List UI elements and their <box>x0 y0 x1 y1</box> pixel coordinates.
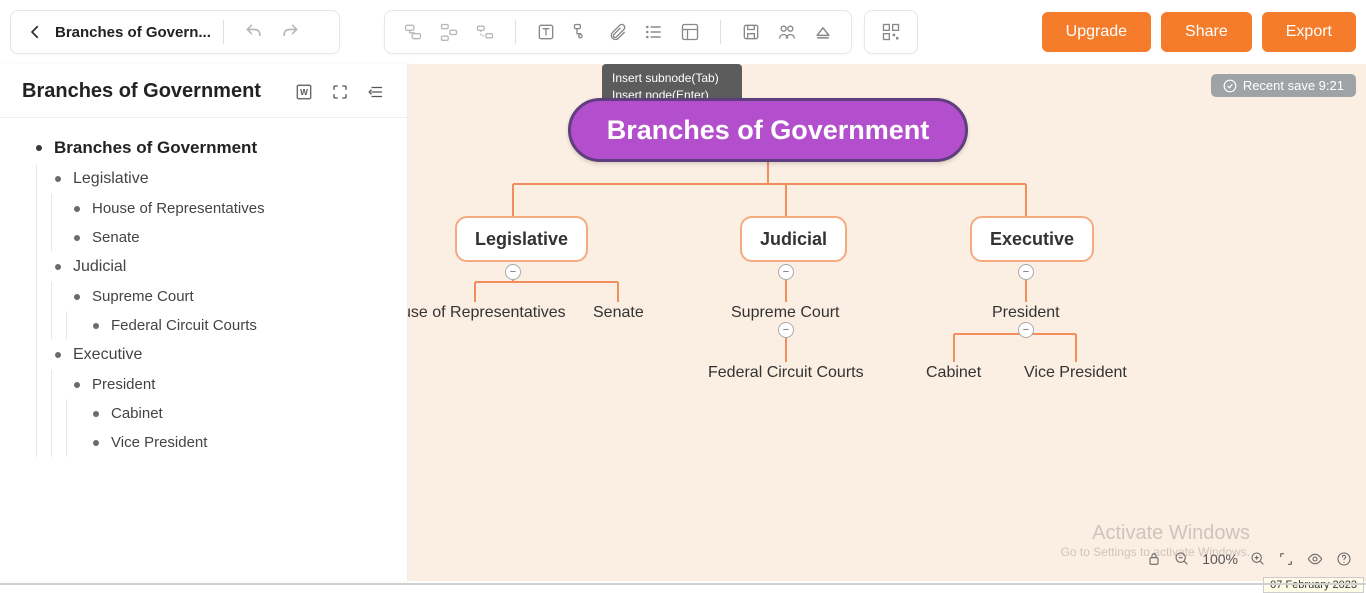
fullscreen-icon[interactable] <box>1278 551 1294 567</box>
sidebar-title: Branches of Government <box>22 80 279 103</box>
add-topic-icon[interactable] <box>399 18 427 46</box>
outline-label: President <box>92 376 155 393</box>
bottom-bar <box>0 583 1366 585</box>
save-status-text: Recent save 9:21 <box>1243 78 1344 93</box>
document-title[interactable]: Branches of Govern... <box>55 24 211 41</box>
outline-root[interactable]: Branches of Government Legislative House… <box>22 132 399 457</box>
word-icon[interactable]: W <box>293 81 315 103</box>
collapse-panel-icon[interactable] <box>365 81 387 103</box>
outline-sidebar: Branches of Government W Branches of Gov… <box>0 64 408 581</box>
outline-label: Vice President <box>111 434 207 451</box>
back-button[interactable] <box>21 18 49 46</box>
collapse-toggle[interactable]: − <box>778 264 794 280</box>
list-icon[interactable] <box>640 18 668 46</box>
node-judicial[interactable]: Judicial <box>740 216 847 262</box>
eye-icon[interactable] <box>1306 551 1324 567</box>
node-executive[interactable]: Executive <box>970 216 1094 262</box>
date-tooltip: 07 February 2023 <box>1263 577 1364 593</box>
tooltip-line: Insert subnode(Tab) <box>612 70 732 87</box>
outline-label: Branches of Government <box>54 138 257 158</box>
top-toolbar: Branches of Govern... Upgrade Share Expo… <box>0 6 1366 58</box>
node-federal[interactable]: Federal Circuit Courts <box>708 364 864 382</box>
outline-item-senate[interactable]: Senate <box>52 223 399 252</box>
collapse-toggle[interactable]: − <box>778 322 794 338</box>
share-button[interactable]: Share <box>1161 12 1252 52</box>
title-group: Branches of Govern... <box>10 10 340 54</box>
outline-item-legislative[interactable]: Legislative House of Representatives Sen… <box>37 164 399 252</box>
outline-label: Executive <box>73 346 142 364</box>
layout-icon[interactable] <box>676 18 704 46</box>
watermark-title: Activate Windows <box>1061 522 1250 545</box>
outline-label: Supreme Court <box>92 288 194 305</box>
outline-item-executive[interactable]: Executive President Cabinet Vice Preside… <box>37 340 399 457</box>
separator <box>223 20 224 44</box>
upgrade-button[interactable]: Upgrade <box>1042 12 1151 52</box>
separator <box>720 20 721 44</box>
outline-item-vp[interactable]: Vice President <box>67 428 399 457</box>
qr-group <box>864 10 918 54</box>
outline-item-federal[interactable]: Federal Circuit Courts <box>67 311 399 340</box>
add-floating-icon[interactable] <box>471 18 499 46</box>
outline-label: House of Representatives <box>92 200 265 217</box>
node-house[interactable]: use of Representatives <box>408 304 566 322</box>
outline-label: Cabinet <box>111 405 163 422</box>
svg-text:W: W <box>300 88 308 97</box>
add-subtopic-icon[interactable] <box>435 18 463 46</box>
zoom-in-icon[interactable] <box>1250 551 1266 567</box>
attachment-icon[interactable] <box>604 18 632 46</box>
zoom-controls: 100% <box>1146 551 1352 567</box>
separator <box>515 20 516 44</box>
lock-icon[interactable] <box>1146 551 1162 567</box>
save-status-badge: Recent save 9:21 <box>1211 74 1356 97</box>
export-button[interactable]: Export <box>1262 12 1356 52</box>
collapse-toggle[interactable]: − <box>1018 264 1034 280</box>
outline-item-president[interactable]: President Cabinet Vice President <box>52 370 399 457</box>
node-root[interactable]: Branches of Government <box>568 98 968 162</box>
node-supreme[interactable]: Supreme Court <box>731 304 840 322</box>
collapse-toggle[interactable]: − <box>505 264 521 280</box>
zoom-level: 100% <box>1202 551 1238 567</box>
save-icon[interactable] <box>737 18 765 46</box>
node-vp[interactable]: Vice President <box>1024 364 1127 382</box>
outline-item-supreme[interactable]: Supreme Court Federal Circuit Courts <box>52 282 399 340</box>
outline-item-judicial[interactable]: Judicial Supreme Court Federal Circuit C… <box>37 252 399 340</box>
redo-button[interactable] <box>276 18 304 46</box>
outline-label: Federal Circuit Courts <box>111 317 257 334</box>
help-icon[interactable] <box>1336 551 1352 567</box>
collapse-toggle[interactable]: − <box>1018 322 1034 338</box>
mindmap-canvas[interactable]: Recent save 9:21 Insert subnode(Tab) Ins… <box>408 64 1366 581</box>
expand-icon[interactable] <box>329 81 351 103</box>
eject-icon[interactable] <box>809 18 837 46</box>
outline-label: Judicial <box>73 258 126 276</box>
outline-label: Senate <box>92 229 140 246</box>
sidebar-header: Branches of Government W <box>0 64 407 118</box>
node-legislative[interactable]: Legislative <box>455 216 588 262</box>
outline-item-cabinet[interactable]: Cabinet <box>67 399 399 428</box>
outline-item-house[interactable]: House of Representatives <box>52 194 399 223</box>
node-senate[interactable]: Senate <box>593 304 644 322</box>
zoom-out-icon[interactable] <box>1174 551 1190 567</box>
outline-tree: Branches of Government Legislative House… <box>0 118 407 457</box>
relationship-icon[interactable] <box>568 18 596 46</box>
outline-label: Legislative <box>73 170 149 188</box>
node-president[interactable]: President <box>992 304 1060 322</box>
edit-toolbar <box>384 10 852 54</box>
collaborate-icon[interactable] <box>773 18 801 46</box>
qr-icon[interactable] <box>877 18 905 46</box>
undo-button[interactable] <box>240 18 268 46</box>
node-cabinet[interactable]: Cabinet <box>926 364 981 382</box>
text-icon[interactable] <box>532 18 560 46</box>
